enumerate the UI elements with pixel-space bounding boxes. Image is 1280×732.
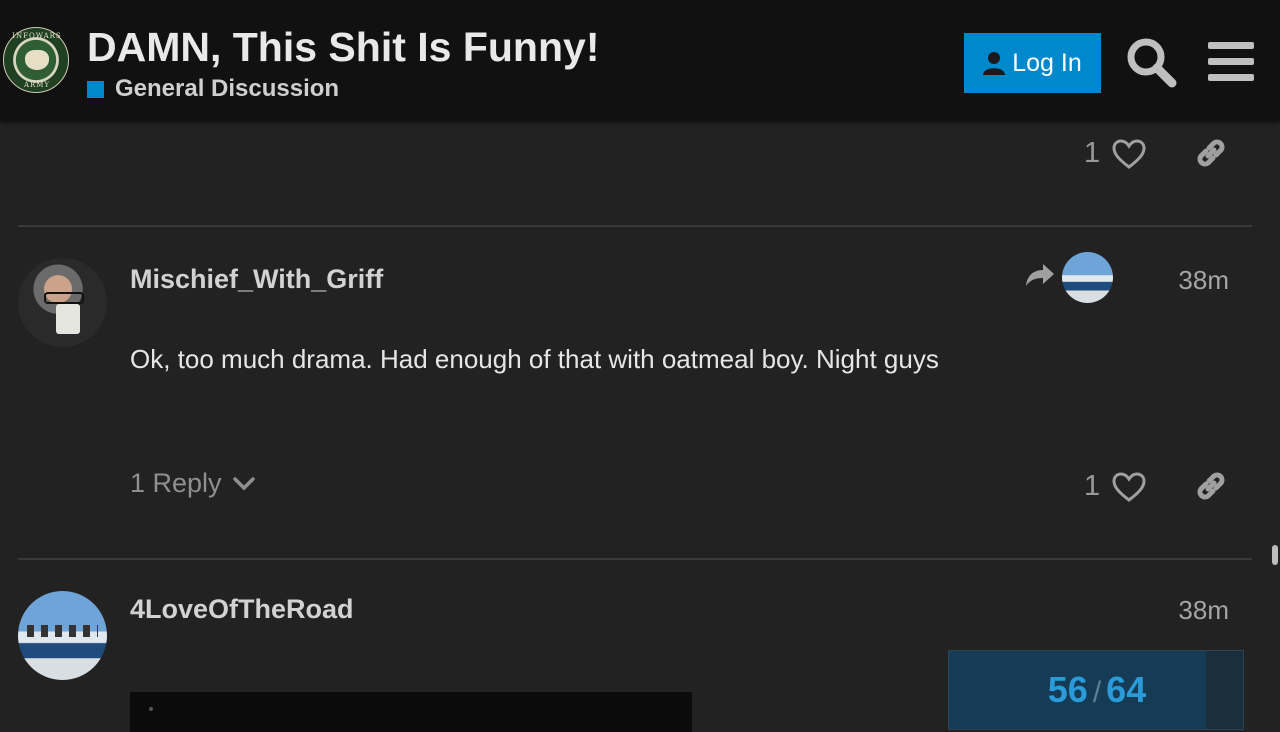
post-username[interactable]: Mischief_With_Griff <box>130 264 383 295</box>
category-label: General Discussion <box>115 75 340 102</box>
scrollbar[interactable] <box>1272 545 1278 565</box>
logo-text-bottom: ARMY <box>23 81 51 89</box>
progress-separator: / <box>1092 676 1102 709</box>
category-color-swatch <box>87 80 104 98</box>
progress-total: 64 <box>1106 669 1147 710</box>
site-logo[interactable]: INFOWARS ARMY <box>3 27 69 93</box>
eagle-icon <box>25 50 49 70</box>
replies-toggle-button[interactable]: 1 Reply <box>130 468 256 499</box>
share-link-icon[interactable] <box>1194 136 1228 170</box>
user-icon <box>983 52 1006 75</box>
avatar-mug <box>56 304 80 334</box>
post-time[interactable]: 38m <box>1149 265 1229 296</box>
heart-icon[interactable] <box>1112 471 1146 502</box>
share-link-icon[interactable] <box>1194 469 1228 503</box>
embed-indicator <box>149 707 153 711</box>
login-label: Log In <box>1012 48 1082 77</box>
post-body: Ok, too much drama. Had enough of that w… <box>130 344 939 374</box>
like-count: 1 <box>1084 137 1101 169</box>
category-badge[interactable]: General Discussion <box>87 75 339 103</box>
avatar-glasses <box>44 292 84 304</box>
post-username[interactable]: 4LoveOfTheRoad <box>130 594 354 625</box>
reply-to-avatar[interactable] <box>1062 252 1113 303</box>
avatar[interactable] <box>18 591 107 680</box>
embedded-media[interactable] <box>130 692 692 732</box>
post-divider <box>18 558 1252 560</box>
topic-title[interactable]: DAMN, This Shit Is Funny! <box>87 24 599 71</box>
topic-progress[interactable]: 56/64 <box>948 650 1244 730</box>
search-icon[interactable] <box>1125 36 1177 88</box>
reply-to-arrow-icon[interactable] <box>1025 262 1055 288</box>
post-controls: 1 <box>1084 470 1146 503</box>
avatar[interactable] <box>18 258 107 347</box>
logo-text-top: INFOWARS <box>12 32 62 40</box>
login-button[interactable]: Log In <box>964 33 1101 93</box>
avatar-detail <box>26 624 99 638</box>
previous-post-controls: 1 <box>1084 137 1146 170</box>
chevron-down-icon <box>232 476 255 490</box>
post-time[interactable]: 38m <box>1149 595 1229 626</box>
hamburger-menu-icon[interactable] <box>1208 40 1254 84</box>
site-header: INFOWARS ARMY DAMN, This Shit Is Funny! … <box>0 0 1280 121</box>
like-count: 1 <box>1084 470 1101 502</box>
progress-current: 56 <box>1047 669 1088 710</box>
progress-text: 56/64 <box>949 669 1243 711</box>
heart-icon[interactable] <box>1112 138 1146 169</box>
post-divider <box>18 225 1252 227</box>
replies-label: 1 Reply <box>130 468 222 498</box>
